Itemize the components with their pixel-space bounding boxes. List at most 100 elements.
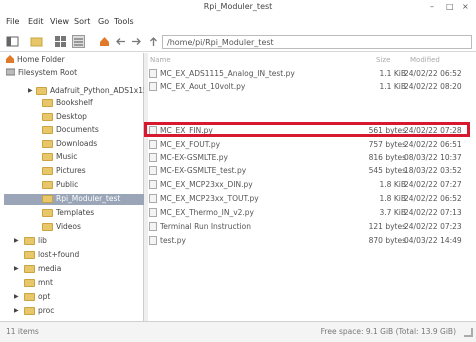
file-size: 1.8 KiB <box>379 194 406 203</box>
folder-icon <box>24 251 35 259</box>
sidebar: Home Folder Filesystem Root ▶ Adafruit_P… <box>2 53 148 321</box>
drive-icon <box>5 68 16 78</box>
expand-arrow-icon[interactable]: ▶ <box>14 293 19 300</box>
folder-icon <box>42 126 53 134</box>
list-view-icon[interactable] <box>72 35 85 48</box>
tree-item-label: Downloads <box>56 139 98 148</box>
tree-item-pictures[interactable]: Pictures <box>42 166 86 177</box>
file-size: 816 bytes <box>368 153 406 162</box>
file-row[interactable]: MC_EX_Aout_10volt.py 1.1 KiB 24/02/22 08:2… <box>148 81 472 92</box>
file-size: 870 bytes <box>368 236 406 245</box>
home-icon <box>6 55 14 65</box>
menu-go[interactable]: Go <box>98 17 109 26</box>
file-row[interactable]: MC_EX_Thermo_IN_v2.py 3.7 KiB 24/02/22 07:… <box>148 207 472 218</box>
expand-arrow-icon[interactable]: ▶ <box>28 87 33 94</box>
tree-item-templates[interactable]: Templates <box>42 208 94 219</box>
file-icon <box>149 82 157 91</box>
new-folder-icon[interactable] <box>30 35 43 48</box>
file-name: test.py <box>160 236 186 245</box>
file-row[interactable]: Terminal Run Instruction 121 bytes 24/02/2… <box>148 221 472 232</box>
expand-arrow-icon[interactable]: ▶ <box>14 237 19 244</box>
close-button[interactable]: × <box>462 2 469 11</box>
icon-view-icon[interactable] <box>54 35 67 48</box>
tree-item-label: lost+found <box>38 250 80 259</box>
file-row[interactable]: test.py 870 bytes 04/03/22 14:49 <box>148 235 472 246</box>
tree-item-media[interactable]: ▶ media <box>14 264 61 275</box>
tree-item-downloads[interactable]: Downloads <box>42 139 97 150</box>
menu-file[interactable]: File <box>6 17 19 26</box>
highlight-box <box>144 122 470 137</box>
menu-view[interactable]: View <box>50 17 69 26</box>
tree-item-bookshelf[interactable]: Bookshelf <box>42 98 93 109</box>
file-modified: 24/02/22 06:52 <box>404 69 462 78</box>
file-size: 1.1 KiB <box>379 82 406 91</box>
file-modified: 24/02/22 07:27 <box>404 180 462 189</box>
file-row[interactable]: MC-EX-GSMLTE.py 816 bytes 08/03/22 10:37 <box>148 152 472 163</box>
minimize-button[interactable]: – <box>430 2 434 11</box>
file-name: MC_EX_Thermo_IN_v2.py <box>160 208 254 217</box>
side-pane-icon[interactable] <box>6 35 19 48</box>
file-row[interactable]: MC_EX_MCP23xx_DIN.py 1.8 KiB 24/02/22 07:2… <box>148 179 472 190</box>
file-icon <box>149 208 157 217</box>
path-input[interactable]: /home/pi/Rpi_Moduler_test <box>162 35 472 49</box>
file-row[interactable]: MC-EX-GSMLTE_test.py 545 bytes 18/03/22 03… <box>148 165 472 176</box>
maximize-button[interactable]: □ <box>446 2 454 11</box>
tree-item-label: Pictures <box>56 166 86 175</box>
resize-grip-icon[interactable] <box>464 328 473 337</box>
tree-item-documents[interactable]: Documents <box>42 125 99 136</box>
file-row[interactable]: MC_EX_MCP23xx_TOUT.py 1.8 KiB 24/02/22 06:… <box>148 193 472 204</box>
tree-item-music[interactable]: Music <box>42 152 77 163</box>
up-arrow-icon[interactable] <box>147 35 160 48</box>
file-list: Name Size Modified MC_EX_ADS1115_Analog_… <box>148 53 472 321</box>
expand-arrow-icon[interactable]: ▶ <box>14 307 19 314</box>
folder-icon <box>42 113 53 121</box>
sidebar-item-filesystem-root[interactable]: Filesystem Root <box>5 68 77 79</box>
column-header-name[interactable]: Name <box>150 56 171 64</box>
window-title: Rpi_Moduler_test <box>203 2 273 11</box>
tree-item-label: mnt <box>38 278 53 287</box>
column-header-modified[interactable]: Modified <box>410 56 440 64</box>
tree-item-opt[interactable]: ▶ opt <box>14 292 50 303</box>
file-size: 121 bytes <box>368 222 406 231</box>
file-icon <box>149 180 157 189</box>
forward-arrow-icon[interactable] <box>130 35 143 48</box>
file-modified: 24/02/22 06:51 <box>404 140 462 149</box>
file-icon <box>149 236 157 245</box>
tree-item-adafruit[interactable]: ▶ Adafruit_Python_ADS1x15 <box>28 86 148 97</box>
tree-item-rpi-moduler-test[interactable]: Rpi_Moduler_test <box>4 194 144 205</box>
tree-item-proc[interactable]: ▶ proc <box>14 306 54 317</box>
file-modified: 04/03/22 14:49 <box>404 236 462 245</box>
tree-item-public[interactable]: Public <box>42 180 78 191</box>
back-arrow-icon[interactable] <box>114 35 127 48</box>
tree-item-label: lib <box>38 236 47 245</box>
tree-item-desktop[interactable]: Desktop <box>42 112 87 123</box>
file-icon <box>149 140 157 149</box>
folder-icon <box>42 195 53 203</box>
tree-item-label: Videos <box>56 222 81 231</box>
file-modified: 24/02/22 07:23 <box>404 222 462 231</box>
expand-arrow-icon[interactable]: ▶ <box>14 265 19 272</box>
file-name: MC_EX_MCP23xx_DIN.py <box>160 180 253 189</box>
status-bar: 11 items Free space: 9.1 GiB (Total: 13.… <box>0 321 476 342</box>
folder-icon <box>42 99 53 107</box>
menu-sort[interactable]: Sort <box>74 17 90 26</box>
folder-icon <box>42 223 53 231</box>
home-icon[interactable] <box>98 35 111 48</box>
folder-icon <box>42 167 53 175</box>
file-size: 3.7 KiB <box>379 208 406 217</box>
tree-item-lib[interactable]: ▶ lib <box>14 236 47 247</box>
tree-item-videos[interactable]: Videos <box>42 222 81 233</box>
folder-icon <box>42 140 53 148</box>
sidebar-item-home[interactable]: Home Folder <box>6 55 65 66</box>
tree-item-label: Public <box>56 180 79 189</box>
tree-item-label: Adafruit_Python_ADS1x15 <box>50 86 148 95</box>
menu-tools[interactable]: Tools <box>114 17 134 26</box>
tree-item-lost-found[interactable]: lost+found <box>24 250 79 261</box>
file-row[interactable]: MC_EX_FOUT.py 757 bytes 24/02/22 06:51 <box>148 139 472 150</box>
file-row[interactable]: MC_EX_ADS1115_Analog_IN_test.py 1.1 KiB 24… <box>148 68 472 79</box>
menu-edit[interactable]: Edit <box>28 17 44 26</box>
tree-item-mnt[interactable]: mnt <box>24 278 53 289</box>
folder-icon <box>24 279 35 287</box>
file-name: Terminal Run Instruction <box>160 222 251 231</box>
column-header-size[interactable]: Size <box>376 56 390 64</box>
